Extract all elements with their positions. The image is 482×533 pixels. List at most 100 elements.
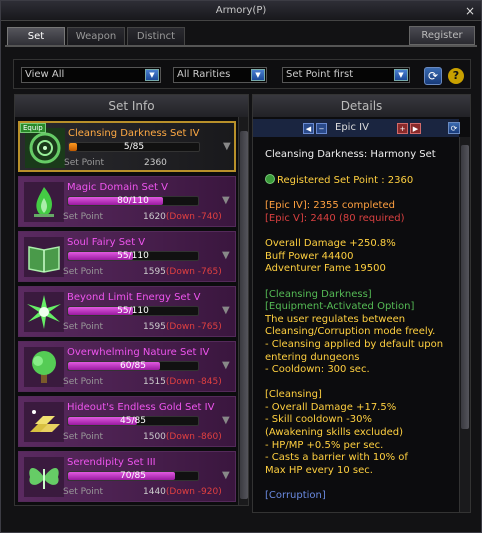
set-point-number: 1595: [143, 322, 166, 332]
stat-line: Overall Damage +250.8%: [265, 238, 396, 250]
set-name: Serendipity Set III: [67, 457, 156, 468]
option-desc-line: - Cleansing applied by default upon: [265, 338, 444, 350]
tab-divider: [5, 45, 477, 47]
sort-dropdown[interactable]: Set Point first ▼: [282, 67, 410, 83]
refresh-icon[interactable]: ⟳: [424, 67, 442, 85]
set-list-scrollbar[interactable]: [238, 117, 248, 505]
set-point-number: 1515: [143, 377, 166, 387]
set-point-down: (Down -845): [165, 377, 222, 387]
set-point-value: 1500(Down -860): [143, 432, 222, 442]
energy-burst-icon: [24, 292, 64, 332]
gold-bars-icon: [24, 402, 64, 442]
set-list-item[interactable]: Serendipity Set III 70/85 Set Point 1440(Do…: [18, 451, 236, 502]
close-icon[interactable]: ×: [463, 4, 477, 18]
chevron-down-icon[interactable]: ▼: [145, 69, 159, 81]
set-point-value: 1440(Down -920): [143, 487, 222, 497]
spiral-emblem-icon: [25, 128, 65, 168]
set-progress-bar: 70/85: [67, 471, 199, 481]
set-point-label: Set Point: [63, 267, 103, 277]
butterfly-icon: [24, 457, 64, 497]
armory-window: Armory(P) × Set Weapon Distinct Register…: [0, 0, 482, 533]
details-panel: Details ◀ − Epic IV + ▶ ⟳ Cleansing Dark…: [252, 94, 471, 513]
title-bar[interactable]: Armory(P) ×: [1, 1, 481, 21]
cleansing-line: - Casts a barrier with 10% of: [265, 452, 408, 464]
option-desc-line: entering dungeons: [265, 351, 360, 363]
set-title: Cleansing Darkness: Harmony Set: [265, 149, 436, 160]
set-list-item[interactable]: Magic Domain Set V 80/110 Set Point 1620(Do…: [18, 176, 236, 227]
set-point-label: Set Point: [63, 377, 103, 387]
sort-value: Set Point first: [286, 69, 354, 80]
set-progress-text: 70/85: [120, 471, 146, 481]
set-point-down: (Down -920): [165, 487, 222, 497]
set-list-item[interactable]: Equip Cleansing Darkness Set IV 5/85 Set Po…: [18, 121, 236, 172]
scroll-thumb[interactable]: [461, 145, 469, 429]
chevron-down-icon[interactable]: ▼: [222, 195, 230, 206]
set-progress-bar: 80/110: [67, 196, 199, 206]
plus-icon[interactable]: +: [397, 123, 408, 134]
set-point-value: 1595(Down -765): [143, 267, 222, 277]
option-type: [Equipment-Activated Option]: [265, 301, 415, 313]
rarity-filter-dropdown[interactable]: All Rarities ▼: [173, 67, 267, 83]
set-point-number: 1500: [143, 432, 166, 442]
scroll-thumb[interactable]: [240, 131, 248, 499]
set-progress-text: 80/110: [117, 196, 149, 206]
epic-selector: ◀ − Epic IV + ▶: [253, 119, 459, 137]
set-progress-text: 60/85: [120, 361, 146, 371]
details-text: Cleansing Darkness: Harmony Set Register…: [265, 149, 453, 512]
tab-weapon[interactable]: Weapon: [67, 27, 125, 45]
registered-point-text: Registered Set Point : 2360: [277, 175, 414, 187]
option-desc-line: The user regulates between: [265, 313, 406, 325]
set-progress-text: 45/85: [120, 416, 146, 426]
epic-level-label: Epic IV: [335, 122, 369, 133]
open-book-icon: [24, 237, 64, 277]
set-point-value: 2360: [144, 158, 167, 168]
set-point-value: 1620(Down -740): [143, 212, 222, 222]
epic4-status: [Epic IV]: 2355 completed: [265, 200, 395, 212]
stat-line: Buff Power 44400: [265, 250, 354, 262]
view-filter-value: View All: [25, 69, 65, 80]
set-name: Magic Domain Set V: [67, 182, 168, 193]
option-desc-line: - Cooldown: 300 sec.: [265, 364, 370, 376]
set-progress-bar: 5/85: [68, 142, 200, 152]
view-filter-dropdown[interactable]: View All ▼: [21, 67, 161, 83]
chevron-down-icon[interactable]: ▼: [222, 250, 230, 261]
refresh-icon[interactable]: ⟳: [448, 122, 460, 134]
details-header: Details: [253, 95, 470, 117]
set-point-value: 1595(Down -765): [143, 322, 222, 332]
cleansing-line: - HP/MP +0.5% per sec.: [265, 439, 384, 451]
arrow-right-icon[interactable]: ▶: [410, 123, 421, 134]
set-list-item[interactable]: Beyond Limit Energy Set V 55/110 Set Point…: [18, 286, 236, 337]
rarity-filter-value: All Rarities: [177, 69, 231, 80]
chevron-down-icon[interactable]: ▼: [222, 415, 230, 426]
chevron-down-icon[interactable]: ▼: [223, 141, 231, 152]
set-point-number: 1440: [143, 487, 166, 497]
set-info-panel: Set Info Equip Cleansing Darkness Set IV 5…: [14, 94, 249, 506]
set-name: Overwhelming Nature Set IV: [67, 347, 210, 358]
set-name: Soul Fairy Set V: [67, 237, 146, 248]
set-point-down: (Down -860): [165, 432, 222, 442]
set-list-item[interactable]: Hideout's Endless Gold Set IV 45/85 Set Po…: [18, 396, 236, 447]
set-progress-bar: 55/110: [67, 251, 199, 261]
chevron-down-icon[interactable]: ▼: [394, 69, 408, 81]
chevron-down-icon[interactable]: ▼: [222, 470, 230, 481]
chevron-down-icon[interactable]: ▼: [222, 360, 230, 371]
set-point-value: 1515(Down -845): [143, 377, 222, 387]
chevron-down-icon[interactable]: ▼: [251, 69, 265, 81]
set-progress-bar: 55/110: [67, 306, 199, 316]
tab-set[interactable]: Set: [7, 27, 65, 45]
set-name: Cleansing Darkness Set IV: [68, 128, 200, 139]
set-progress-text: 55/110: [117, 306, 149, 316]
set-list-item[interactable]: Overwhelming Nature Set IV 60/85 Set Point…: [18, 341, 236, 392]
tab-distinct[interactable]: Distinct: [127, 27, 185, 45]
arrow-left-icon[interactable]: ◀: [303, 123, 314, 134]
cleansing-line: - Overall Damage +17.5%: [265, 401, 397, 413]
minus-icon[interactable]: −: [316, 123, 327, 134]
details-scrollbar[interactable]: [459, 137, 470, 512]
set-name: Beyond Limit Energy Set V: [67, 292, 201, 303]
register-button[interactable]: Register: [409, 26, 475, 45]
set-list-item[interactable]: Soul Fairy Set V 55/110 Set Point 1595(Down…: [18, 231, 236, 282]
chevron-down-icon[interactable]: ▼: [222, 305, 230, 316]
set-progress-bar: 45/85: [67, 416, 199, 426]
tree-icon: [24, 347, 64, 387]
help-icon[interactable]: ?: [448, 68, 464, 84]
